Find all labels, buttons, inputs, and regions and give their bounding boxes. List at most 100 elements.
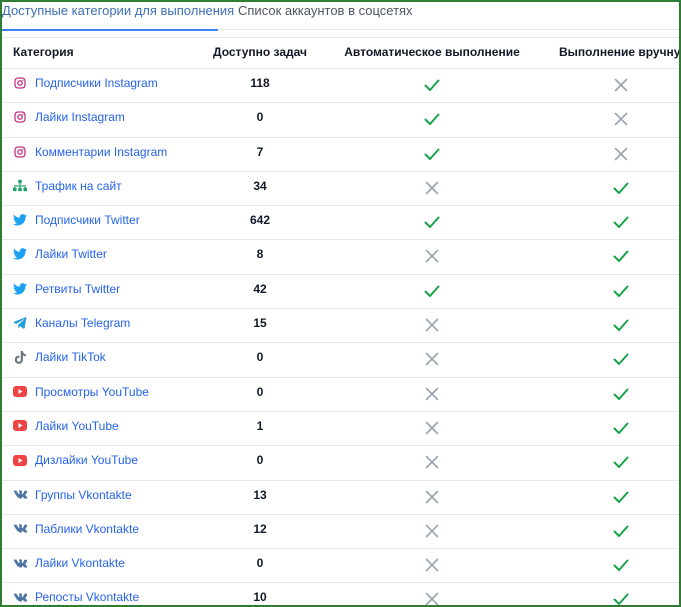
category-link[interactable]: Каналы Telegram — [35, 316, 130, 330]
table-row: Подписчики Instagram 118 — [2, 69, 679, 104]
auto-cross-icon — [332, 453, 532, 474]
table-row: Дизлайки YouTube 0 — [2, 446, 679, 481]
category-cell: Лайки Twitter — [13, 247, 107, 261]
youtube-icon — [13, 453, 27, 467]
category-cell: Комментарии Instagram — [13, 145, 167, 159]
auto-cross-icon — [332, 419, 532, 440]
manual-check-icon — [536, 556, 679, 577]
auto-check-icon — [332, 213, 532, 234]
available-count: 10 — [253, 590, 267, 605]
category-cell: Трафик на сайт — [13, 179, 122, 193]
manual-check-icon — [536, 282, 679, 303]
auto-check-icon — [332, 76, 532, 97]
category-link[interactable]: Лайки Vkontakte — [35, 556, 125, 570]
category-cell: Лайки TikTok — [13, 350, 106, 364]
category-link[interactable]: Лайки TikTok — [35, 350, 106, 364]
available-count: 0 — [256, 350, 264, 365]
manual-check-icon — [536, 590, 679, 605]
manual-check-icon — [536, 385, 679, 406]
manual-check-icon — [536, 179, 679, 200]
manual-check-icon — [536, 488, 679, 509]
tiktok-icon — [13, 350, 27, 364]
auto-check-icon — [332, 282, 532, 303]
category-cell: Репосты Vkontakte — [13, 590, 139, 604]
available-count: 642 — [249, 213, 271, 228]
category-cell: Ретвиты Twitter — [13, 282, 120, 296]
category-link[interactable]: Ретвиты Twitter — [35, 282, 120, 296]
available-count: 1 — [256, 418, 264, 433]
category-link[interactable]: Лайки Instagram — [35, 110, 125, 124]
auto-cross-icon — [332, 385, 532, 406]
available-count: 0 — [256, 556, 264, 571]
manual-cross-icon — [536, 76, 679, 97]
available-count: 0 — [256, 110, 264, 125]
category-cell: Каналы Telegram — [13, 316, 130, 330]
category-cell: Паблики Vkontakte — [13, 522, 139, 536]
auto-cross-icon — [332, 350, 532, 371]
category-link[interactable]: Подписчики Instagram — [35, 76, 158, 90]
tab-available-categories[interactable]: Доступные категории для выполнения — [2, 2, 234, 31]
auto-cross-icon — [332, 488, 532, 509]
available-count: 42 — [253, 281, 267, 296]
category-link[interactable]: Трафик на сайт — [35, 179, 122, 193]
auto-cross-icon — [332, 179, 532, 200]
available-count: 7 — [256, 144, 264, 159]
sitemap-icon — [13, 179, 27, 193]
manual-check-icon — [536, 350, 679, 371]
category-cell: Группы Vkontakte — [13, 488, 132, 502]
manual-check-icon — [536, 213, 679, 234]
tab-bar: Доступные категории для выполнения Списо… — [2, 2, 679, 31]
table-row: Паблики Vkontakte 12 — [2, 515, 679, 550]
category-link[interactable]: Паблики Vkontakte — [35, 522, 139, 536]
table-row: Группы Vkontakte 13 — [2, 481, 679, 515]
table-row: Просмотры YouTube 0 — [2, 378, 679, 412]
auto-cross-icon — [332, 590, 532, 605]
available-count: 118 — [250, 76, 270, 90]
table-body: Подписчики Instagram 118 Лайки Instagram… — [2, 69, 679, 605]
table-row: Лайки Instagram 0 — [2, 103, 679, 138]
table-row: Лайки YouTube 1 — [2, 412, 679, 447]
categories-table: Категория Доступно задач Автоматическое … — [2, 37, 681, 605]
available-count: 8 — [256, 247, 264, 262]
table-row: Подписчики Twitter 642 — [2, 206, 679, 241]
category-link[interactable]: Подписчики Twitter — [35, 213, 140, 227]
auto-cross-icon — [332, 556, 532, 577]
table-row: Лайки Vkontakte 0 — [2, 549, 679, 584]
category-link[interactable]: Лайки YouTube — [35, 419, 119, 433]
categories-panel: Доступные категории для выполнения Списо… — [0, 0, 681, 607]
vk-icon — [13, 488, 27, 502]
category-cell: Дизлайки YouTube — [13, 453, 138, 467]
available-count: 0 — [256, 453, 264, 468]
table-row: Ретвиты Twitter 42 — [2, 275, 679, 310]
category-cell: Лайки YouTube — [13, 419, 119, 433]
category-cell: Лайки Instagram — [13, 110, 125, 124]
table-row: Каналы Telegram 15 — [2, 309, 679, 344]
table-header: Категория Доступно задач Автоматическое … — [2, 38, 681, 69]
tab-social-accounts[interactable]: Список аккаунтов в соцсетях — [238, 2, 413, 30]
table-row: Лайки TikTok 0 — [2, 343, 679, 378]
manual-check-icon — [536, 247, 679, 268]
twitter-icon — [13, 282, 27, 296]
table-row: Репосты Vkontakte 10 — [2, 583, 679, 605]
column-header-manual: Выполнение вручную — [559, 45, 681, 59]
auto-check-icon — [332, 110, 532, 131]
auto-cross-icon — [332, 316, 532, 337]
available-count: 34 — [253, 178, 267, 193]
column-header-auto: Автоматическое выполнение — [344, 45, 520, 59]
auto-check-icon — [332, 145, 532, 166]
instagram-icon — [13, 110, 27, 124]
category-link[interactable]: Комментарии Instagram — [35, 145, 167, 159]
category-link[interactable]: Просмотры YouTube — [35, 385, 149, 399]
column-header-category: Категория — [13, 45, 74, 59]
category-link[interactable]: Дизлайки YouTube — [35, 453, 138, 467]
vk-icon — [13, 590, 27, 604]
category-link[interactable]: Лайки Twitter — [35, 247, 107, 261]
available-count: 0 — [256, 384, 264, 399]
category-link[interactable]: Репосты Vkontakte — [35, 590, 139, 604]
category-link[interactable]: Группы Vkontakte — [35, 488, 132, 502]
youtube-icon — [13, 419, 27, 433]
available-count: 12 — [253, 521, 267, 536]
table-row: Комментарии Instagram 7 — [2, 138, 679, 172]
manual-check-icon — [536, 522, 679, 543]
vk-icon — [13, 556, 27, 570]
